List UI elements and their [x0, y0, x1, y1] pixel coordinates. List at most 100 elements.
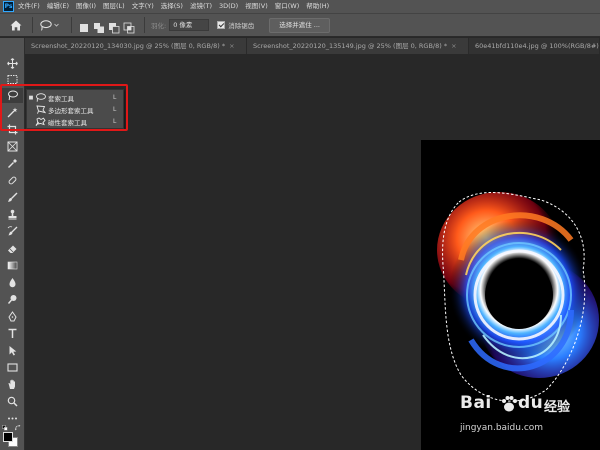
- document-tab[interactable]: Screenshot_20220120_135149.jpg @ 25% (图层…: [247, 38, 469, 54]
- options-separator: [144, 17, 145, 33]
- add-selection-button[interactable]: [93, 19, 105, 33]
- flyout-item-magnetic-lasso[interactable]: 磁性套索工具 L: [27, 116, 123, 127]
- selected-bullet-icon: ■: [28, 94, 34, 101]
- swap-colors-icon: [15, 425, 21, 431]
- antialias-checkbox[interactable]: [217, 21, 226, 29]
- zoom-icon: [7, 396, 18, 407]
- menu-select[interactable]: 选择(S): [161, 0, 183, 13]
- menu-bar: Ps 文件(F) 编辑(E) 图像(I) 图层(L) 文字(Y) 选择(S) 滤…: [0, 0, 600, 13]
- flyout-item-polygonal-lasso[interactable]: 多边形套索工具 L: [27, 104, 123, 115]
- pen-tool[interactable]: [2, 309, 23, 324]
- menu-3d[interactable]: 3D(D): [219, 0, 238, 13]
- menu-filter[interactable]: 滤镜(T): [190, 0, 212, 13]
- tools-panel: [0, 38, 25, 450]
- foreground-color-swatch[interactable]: [3, 432, 13, 442]
- feather-label: 羽化:: [151, 22, 167, 30]
- type-icon: [8, 328, 17, 338]
- subtract-selection-icon: [109, 23, 120, 34]
- menu-layer[interactable]: 图层(L): [103, 0, 125, 13]
- photoshop-window: Ps 文件(F) 编辑(E) 图像(I) 图层(L) 文字(Y) 选择(S) 滤…: [0, 0, 600, 450]
- shortcut-key: L: [113, 118, 117, 125]
- pen-icon: [8, 311, 17, 322]
- gradient-tool[interactable]: [2, 258, 23, 273]
- menu-edit[interactable]: 编辑(E): [47, 0, 69, 13]
- watermark-logo: Bai: [460, 393, 492, 413]
- lasso-icon: [40, 19, 52, 31]
- lasso-tool[interactable]: [2, 88, 23, 103]
- select-and-mask-button[interactable]: 选择并遮住 ...: [269, 17, 330, 33]
- feather-input[interactable]: 0 像素: [169, 19, 210, 31]
- clone-stamp-icon: [8, 209, 17, 220]
- flyout-item-label: 磁性套索工具: [48, 118, 87, 127]
- eyedropper-tool[interactable]: [2, 156, 23, 171]
- options-separator: [71, 17, 72, 33]
- eraser-icon: [8, 245, 17, 253]
- menu-file[interactable]: 文件(F): [18, 0, 40, 13]
- intersect-selection-button[interactable]: [123, 19, 135, 34]
- magic-wand-tool[interactable]: [2, 105, 23, 120]
- document-tab[interactable]: Screenshot_20220120_134030.jpg @ 25% (图层…: [25, 38, 247, 54]
- shortcut-key: L: [113, 94, 117, 101]
- options-bar: 羽化: 0 像素 消除锯齿 选择并遮住 ...: [0, 13, 600, 37]
- swap-colors-button[interactable]: [13, 424, 23, 432]
- path-selection-icon: [9, 346, 17, 356]
- brush-tool[interactable]: [2, 190, 23, 205]
- zoom-tool[interactable]: [2, 394, 23, 409]
- crop-tool[interactable]: [2, 122, 23, 137]
- clone-stamp-tool[interactable]: [2, 207, 23, 222]
- lasso-icon: [8, 90, 18, 101]
- tab-label: Screenshot_20220120_134030.jpg @ 25% (图层…: [31, 42, 226, 50]
- flyout-item-label: 多边形套索工具: [48, 106, 94, 115]
- home-button[interactable]: [6, 16, 26, 34]
- home-icon: [10, 20, 22, 30]
- options-separator: [32, 17, 33, 33]
- subtract-selection-button[interactable]: [108, 19, 120, 34]
- menu-help[interactable]: 帮助(H): [306, 0, 329, 13]
- history-brush-tool[interactable]: [2, 224, 23, 239]
- close-icon[interactable]: ×: [451, 42, 456, 50]
- watermark-jingyan: 经验: [544, 400, 571, 415]
- menu-image[interactable]: 图像(I): [76, 0, 96, 13]
- hand-tool[interactable]: [2, 377, 23, 392]
- polygonal-lasso-icon: [35, 105, 46, 114]
- default-colors-button[interactable]: [0, 424, 10, 432]
- chevron-down-icon: [54, 23, 59, 27]
- menu-window[interactable]: 窗口(W): [275, 0, 300, 13]
- move-icon: [7, 58, 18, 69]
- watermark-du: du: [518, 393, 544, 413]
- dodge-icon: [7, 295, 17, 304]
- ps-logo: Ps: [3, 1, 14, 12]
- flyout-item-lasso[interactable]: ■ 套索工具 L: [27, 92, 123, 103]
- marquee-tool[interactable]: [2, 72, 23, 87]
- type-tool[interactable]: [2, 326, 23, 341]
- tool-preset-picker[interactable]: [39, 17, 65, 33]
- rectangle-icon: [7, 363, 18, 372]
- lasso-tools-flyout: ■ 套索工具 L 多边形套索工具 L 磁性套索工具 L: [26, 89, 124, 129]
- watermark-url: jingyan.baidu.com: [460, 423, 544, 433]
- paw-icon: [502, 396, 517, 412]
- more-tools-icon: [8, 417, 17, 420]
- crop-icon: [7, 124, 18, 135]
- new-selection-button[interactable]: [78, 19, 90, 32]
- magnetic-lasso-icon: [35, 117, 46, 126]
- new-selection-icon: [80, 24, 88, 32]
- history-brush-icon: [7, 226, 18, 236]
- eraser-tool[interactable]: [2, 241, 23, 256]
- frame-tool[interactable]: [2, 139, 23, 154]
- eyedropper-icon: [8, 159, 17, 168]
- menu-type[interactable]: 文字(Y): [132, 0, 154, 13]
- menu-view[interactable]: 视图(V): [245, 0, 268, 13]
- lasso-icon: [35, 93, 46, 102]
- close-icon[interactable]: ×: [229, 42, 234, 50]
- move-tool[interactable]: [2, 56, 23, 71]
- tab-label: 60e41bfd110e4.jpg @ 100%(RGB/8#): [475, 42, 599, 50]
- document-tab-bar: Screenshot_20220120_134030.jpg @ 25% (图层…: [25, 38, 600, 54]
- document-tab-active[interactable]: 60e41bfd110e4.jpg @ 100%(RGB/8#): [469, 38, 600, 54]
- rectangle-tool[interactable]: [2, 360, 23, 375]
- blur-icon: [9, 278, 16, 288]
- blur-tool[interactable]: [2, 275, 23, 290]
- healing-brush-tool[interactable]: [2, 173, 23, 188]
- path-selection-tool[interactable]: [2, 343, 23, 358]
- dodge-tool[interactable]: [2, 292, 23, 307]
- flyout-item-label: 套索工具: [48, 94, 74, 103]
